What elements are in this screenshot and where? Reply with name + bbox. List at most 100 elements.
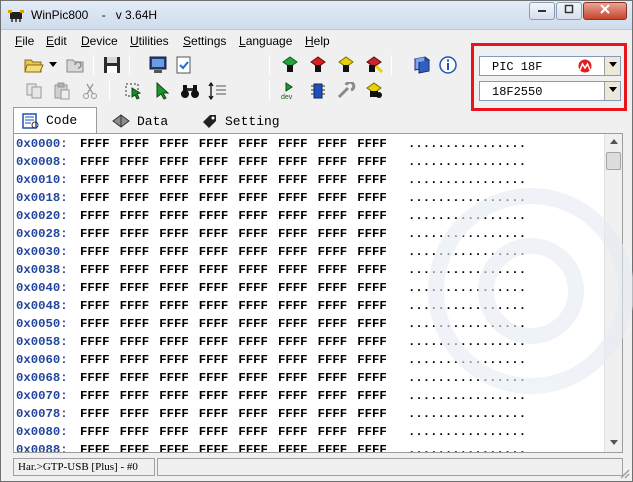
hex-word[interactable]: FFFF [80, 425, 110, 439]
program-all-button[interactable] [307, 54, 329, 76]
detect-device-button[interactable]: dev [279, 80, 301, 102]
hex-word[interactable]: FFFF [80, 299, 110, 313]
hex-word[interactable]: FFFF [80, 335, 110, 349]
hex-word[interactable]: FFFF [318, 155, 348, 169]
hex-word[interactable]: FFFF [120, 335, 150, 349]
hex-word[interactable]: FFFF [357, 263, 387, 277]
erase-button[interactable] [363, 54, 385, 76]
hex-word[interactable]: FFFF [357, 371, 387, 385]
hex-word[interactable]: FFFF [318, 281, 348, 295]
hex-word[interactable]: FFFF [278, 317, 308, 331]
pointer-button[interactable] [151, 80, 173, 102]
hex-word[interactable]: FFFF [159, 389, 189, 403]
hex-word[interactable]: FFFF [278, 281, 308, 295]
hex-word[interactable]: FFFF [318, 389, 348, 403]
hex-word[interactable]: FFFF [199, 389, 229, 403]
hex-word[interactable]: FFFF [318, 353, 348, 367]
hex-word[interactable]: FFFF [80, 137, 110, 151]
hex-word[interactable]: FFFF [238, 317, 268, 331]
hex-word[interactable]: FFFF [238, 371, 268, 385]
hex-word[interactable]: FFFF [278, 425, 308, 439]
hex-word[interactable]: FFFF [120, 371, 150, 385]
resize-grip-icon[interactable] [618, 467, 630, 479]
hex-word[interactable]: FFFF [278, 245, 308, 259]
hex-word[interactable]: FFFF [80, 173, 110, 187]
vertical-scrollbar[interactable] [604, 134, 622, 452]
screen-button[interactable] [147, 54, 169, 76]
hex-word[interactable]: FFFF [357, 389, 387, 403]
code-hex-view[interactable]: 0x0000: FFFF FFFF FFFF FFFF FFFF FFFF FFFF FFFF.… [13, 133, 623, 453]
hex-word[interactable]: FFFF [159, 443, 189, 452]
hex-word[interactable]: FFFF [159, 281, 189, 295]
hex-word[interactable]: FFFF [199, 407, 229, 421]
hex-word[interactable]: FFFF [238, 299, 268, 313]
reload-button[interactable] [65, 54, 87, 76]
hex-word[interactable]: FFFF [159, 173, 189, 187]
hex-word[interactable]: FFFF [357, 353, 387, 367]
hex-word[interactable]: FFFF [238, 245, 268, 259]
hex-word[interactable]: FFFF [318, 209, 348, 223]
device-model-dropdown-button[interactable] [604, 82, 620, 100]
hex-word[interactable]: FFFF [199, 209, 229, 223]
hex-word[interactable]: FFFF [357, 245, 387, 259]
hex-word[interactable]: FFFF [357, 281, 387, 295]
hex-word[interactable]: FFFF [278, 155, 308, 169]
hex-word[interactable]: FFFF [318, 245, 348, 259]
find-button[interactable] [179, 80, 201, 102]
hex-word[interactable]: FFFF [120, 407, 150, 421]
hex-word[interactable]: FFFF [120, 209, 150, 223]
hex-word[interactable]: FFFF [120, 299, 150, 313]
hex-word[interactable]: FFFF [199, 353, 229, 367]
hex-word[interactable]: FFFF [199, 191, 229, 205]
hex-word[interactable]: FFFF [357, 335, 387, 349]
tab-code[interactable]: Code [13, 107, 97, 133]
hex-word[interactable]: FFFF [357, 443, 387, 452]
hex-word[interactable]: FFFF [120, 191, 150, 205]
hex-word[interactable]: FFFF [278, 299, 308, 313]
hex-word[interactable]: FFFF [159, 227, 189, 241]
menu-utilities[interactable]: Utilities [130, 34, 169, 48]
hex-word[interactable]: FFFF [318, 299, 348, 313]
close-button[interactable] [583, 2, 627, 20]
hex-word[interactable]: FFFF [238, 155, 268, 169]
hex-word[interactable]: FFFF [80, 353, 110, 367]
hex-word[interactable]: FFFF [159, 317, 189, 331]
hex-word[interactable]: FFFF [159, 155, 189, 169]
hex-word[interactable]: FFFF [120, 389, 150, 403]
hex-word[interactable]: FFFF [199, 317, 229, 331]
hex-word[interactable]: FFFF [80, 155, 110, 169]
check-button[interactable] [173, 54, 195, 76]
minimize-button[interactable] [529, 2, 555, 20]
hex-word[interactable]: FFFF [80, 389, 110, 403]
hex-word[interactable]: FFFF [120, 227, 150, 241]
hex-word[interactable]: FFFF [318, 443, 348, 452]
hex-word[interactable]: FFFF [159, 191, 189, 205]
hex-word[interactable]: FFFF [80, 227, 110, 241]
hex-word[interactable]: FFFF [199, 155, 229, 169]
hex-word[interactable]: FFFF [238, 407, 268, 421]
hex-word[interactable]: FFFF [120, 245, 150, 259]
hex-word[interactable]: FFFF [80, 317, 110, 331]
hex-word[interactable]: FFFF [357, 317, 387, 331]
hex-word[interactable]: FFFF [120, 353, 150, 367]
hex-word[interactable]: FFFF [80, 263, 110, 277]
hex-word[interactable]: FFFF [120, 173, 150, 187]
hex-word[interactable]: FFFF [80, 245, 110, 259]
hex-word[interactable]: FFFF [238, 443, 268, 452]
verify-button[interactable] [335, 54, 357, 76]
hex-word[interactable]: FFFF [159, 209, 189, 223]
hex-word[interactable]: FFFF [120, 155, 150, 169]
hex-word[interactable]: FFFF [278, 209, 308, 223]
hex-word[interactable]: FFFF [357, 227, 387, 241]
open-dropdown-button[interactable] [47, 54, 59, 76]
menu-language[interactable]: Language [239, 34, 292, 48]
hex-word[interactable]: FFFF [318, 263, 348, 277]
hex-word[interactable]: FFFF [159, 335, 189, 349]
hex-word[interactable]: FFFF [238, 263, 268, 277]
hex-word[interactable]: FFFF [159, 425, 189, 439]
hex-word[interactable]: FFFF [357, 155, 387, 169]
settings-tool-button[interactable] [335, 80, 357, 102]
hex-word[interactable]: FFFF [159, 137, 189, 151]
hex-word[interactable]: FFFF [278, 263, 308, 277]
hex-word[interactable]: FFFF [318, 137, 348, 151]
